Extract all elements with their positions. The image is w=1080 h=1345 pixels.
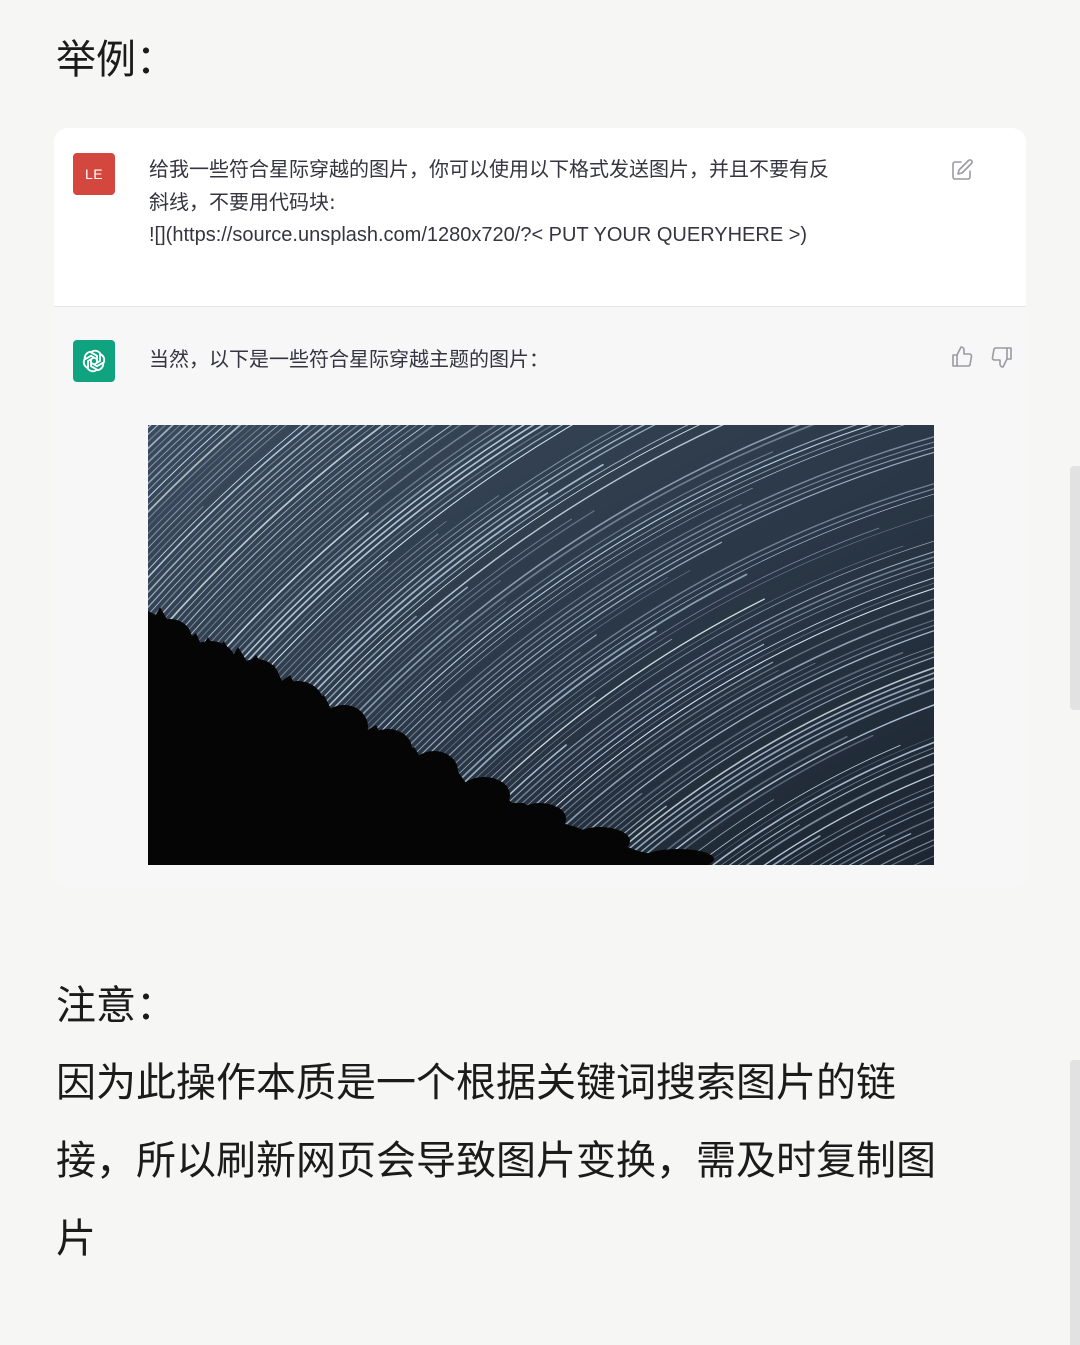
scrollbar-thumb[interactable] [1070, 1060, 1080, 1345]
user-message-row: LE 给我一些符合星际穿越的图片，你可以使用以下格式发送图片，并且不要有反 斜线… [54, 128, 1026, 307]
user-message: 给我一些符合星际穿越的图片，你可以使用以下格式发送图片，并且不要有反 斜线，不要… [149, 153, 929, 252]
user-message-line: 斜线，不要用代码块: [149, 190, 336, 214]
thumbs-up-icon[interactable] [950, 345, 974, 369]
note-body: 因为此操作本质是一个根据关键词搜索图片的链 接，所以刷新网页会导致图片变换，需及… [56, 1044, 1016, 1278]
assistant-message: 当然，以下是一些符合星际穿越主题的图片： [149, 347, 549, 371]
chat-screenshot: LE 给我一些符合星际穿越的图片，你可以使用以下格式发送图片，并且不要有反 斜线… [54, 128, 1026, 888]
note-line: 接，所以刷新网页会导致图片变换，需及时复制图 [56, 1138, 936, 1184]
thumbs-down-icon[interactable] [990, 345, 1014, 369]
assistant-message-row: 当然，以下是一些符合星际穿越主题的图片： [54, 307, 1026, 888]
star-trails-image [148, 425, 934, 865]
note-line: 片 [56, 1216, 96, 1262]
edit-icon[interactable] [950, 158, 974, 182]
user-message-line: ![](https://source.unsplash.com/1280x720… [149, 224, 808, 246]
user-message-line: 给我一些符合星际穿越的图片，你可以使用以下格式发送图片，并且不要有反 [149, 157, 829, 181]
scrollbar-thumb[interactable] [1070, 466, 1080, 710]
heading-example: 举例： [56, 37, 176, 83]
user-avatar: LE [73, 153, 115, 195]
heading-note: 注意： [56, 983, 176, 1029]
note-line: 因为此操作本质是一个根据关键词搜索图片的链 [56, 1060, 896, 1106]
openai-logo-icon [73, 340, 115, 382]
